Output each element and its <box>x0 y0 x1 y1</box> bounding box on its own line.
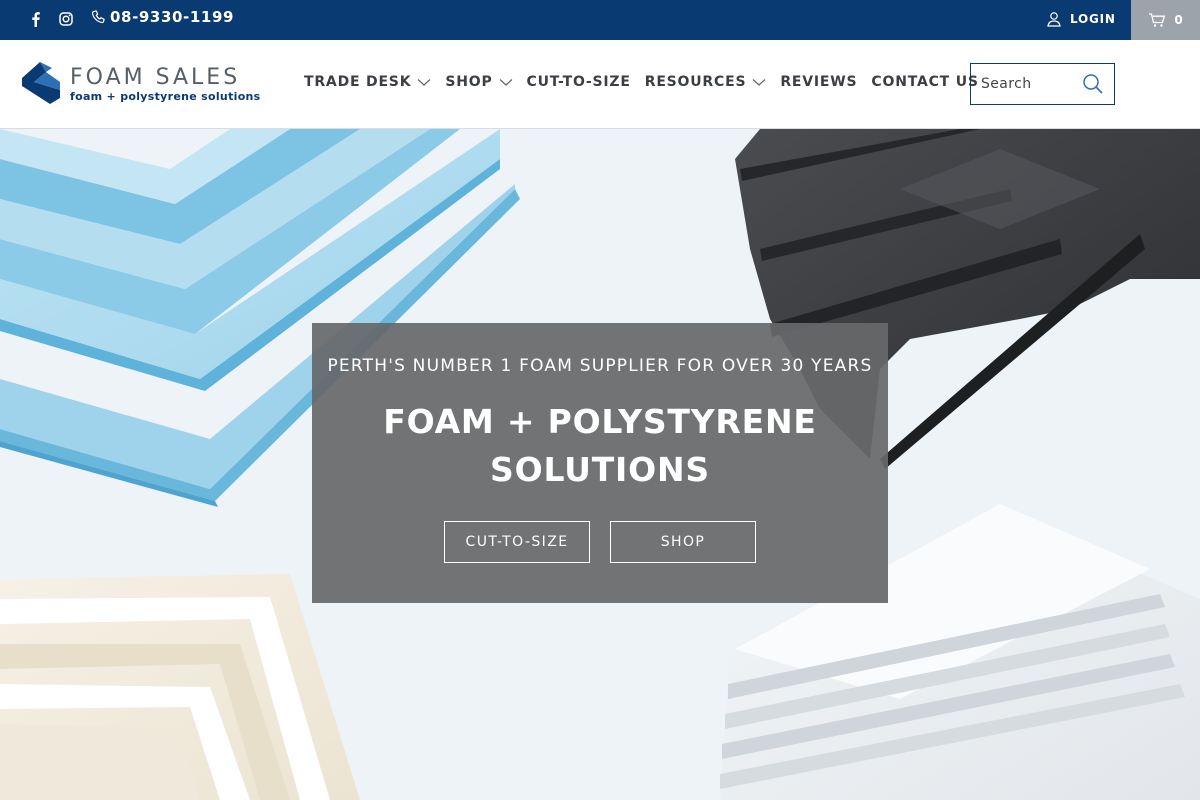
login-label[interactable]: LOGIN <box>1070 12 1116 26</box>
cart-button[interactable]: 0 <box>1131 0 1200 40</box>
phone-icon <box>90 8 106 26</box>
phone-link[interactable]: 08-9330-1199 <box>90 8 234 26</box>
social-links <box>28 10 88 28</box>
logo[interactable]: FOAM SALES foam + polystyrene solutions <box>20 60 261 104</box>
chevron-down-icon <box>417 77 431 87</box>
brand-tagline: foam + polystyrene solutions <box>70 90 261 103</box>
top-bar: 08-9330-1199 LOGIN 0 <box>0 0 1200 40</box>
nav-item-resources[interactable]: RESOURCES <box>645 74 767 90</box>
brand-name: FOAM SALES <box>70 65 241 90</box>
nav-label: CONTACT US <box>871 74 979 90</box>
hero-title-line-1: FOAM + POLYSTYRENE <box>383 402 817 441</box>
nav-item-trade-desk[interactable]: TRADE DESK <box>304 74 431 90</box>
hero-overlay: PERTH'S NUMBER 1 FOAM SUPPLIER FOR OVER … <box>312 323 888 603</box>
facebook-icon[interactable] <box>28 10 44 28</box>
nav-item-cut-to-size[interactable]: CUT-TO-SIZE <box>527 74 631 90</box>
hero-subtitle: PERTH'S NUMBER 1 FOAM SUPPLIER FOR OVER … <box>327 356 873 376</box>
nav-item-reviews[interactable]: REVIEWS <box>780 74 857 90</box>
shop-button[interactable]: SHOP <box>610 521 756 563</box>
cart-icon <box>1148 12 1166 28</box>
hero-title: FOAM + POLYSTYRENE SOLUTIONS <box>312 398 888 494</box>
nav-label: RESOURCES <box>644 74 747 90</box>
phone-number[interactable]: 08-9330-1199 <box>110 8 234 26</box>
instagram-icon[interactable] <box>58 10 74 28</box>
search-icon[interactable] <box>1082 73 1104 95</box>
search-input[interactable] <box>981 76 1081 92</box>
logo-mark-icon <box>20 60 62 104</box>
nav-label: SHOP <box>445 74 493 90</box>
nav-label: CUT-TO-SIZE <box>526 74 631 90</box>
nav-label: TRADE DESK <box>304 74 412 90</box>
search-box <box>970 63 1115 105</box>
nav-item-contact-us[interactable]: CONTACT US <box>871 74 978 90</box>
cart-count: 0 <box>1174 13 1183 27</box>
nav-label: REVIEWS <box>780 74 858 90</box>
cut-to-size-button[interactable]: CUT-TO-SIZE <box>444 521 590 563</box>
user-icon <box>1046 10 1062 28</box>
main-nav: TRADE DESK SHOP CUT-TO-SIZE RESOURCES RE… <box>304 74 993 90</box>
hero-banner: PERTH'S NUMBER 1 FOAM SUPPLIER FOR OVER … <box>0 129 1200 800</box>
site-header: FOAM SALES foam + polystyrene solutions … <box>0 40 1200 129</box>
chevron-down-icon <box>752 77 766 87</box>
login-link[interactable]: LOGIN <box>1046 10 1116 28</box>
chevron-down-icon <box>499 77 513 87</box>
nav-item-shop[interactable]: SHOP <box>445 74 512 90</box>
hero-title-line-2: SOLUTIONS <box>490 450 710 489</box>
